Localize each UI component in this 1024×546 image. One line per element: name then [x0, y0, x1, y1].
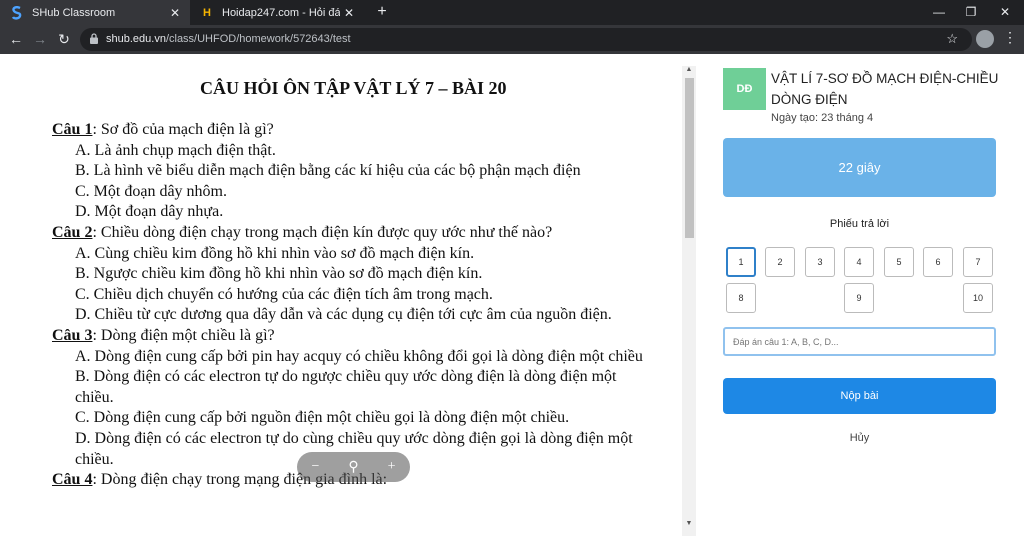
- tab-title: Hoidap247.com - Hỏi đáp bài tập: [222, 6, 340, 19]
- url-text: shub.edu.vn/class/UHFOD/homework/572643/…: [106, 33, 351, 45]
- minimize-icon[interactable]: —: [924, 0, 954, 25]
- pdf-viewer[interactable]: CÂU HỎI ÔN TẬP VẬT LÝ 7 – BÀI 20 Câu 1: …: [0, 54, 682, 546]
- close-tab-icon[interactable]: ✕: [340, 6, 358, 20]
- question-button-10[interactable]: 10: [963, 283, 993, 313]
- option: D. Chiều từ cực dương qua dây dẫn và các…: [75, 306, 612, 324]
- address-bar-row: ← → ↻ shub.edu.vn/class/UHFOD/homework/5…: [0, 25, 1024, 54]
- question-button-1[interactable]: 1: [726, 247, 756, 277]
- profile-avatar[interactable]: [976, 30, 994, 48]
- page-content: CÂU HỎI ÔN TẬP VẬT LÝ 7 – BÀI 20 Câu 1: …: [0, 54, 1024, 546]
- reload-icon[interactable]: ↻: [54, 29, 74, 49]
- option: B. Ngược chiều kim đồng hồ khi nhìn vào …: [75, 265, 483, 283]
- close-window-icon[interactable]: ✕: [990, 0, 1020, 25]
- question-1: Câu 1: Sơ đồ của mạch điện là gì? A. Là …: [52, 120, 672, 223]
- created-date: Ngày tạo: 23 tháng 4: [771, 112, 874, 124]
- browser-tab-strip: SHub Classroom ✕ H Hoidap247.com - Hỏi đ…: [0, 0, 1024, 25]
- answer-input[interactable]: [723, 327, 996, 356]
- zoom-out-icon[interactable]: −: [311, 459, 319, 475]
- question-3: Câu 3: Dòng điện một chiều là gì? A. Dòn…: [52, 326, 672, 470]
- question-button-3[interactable]: 3: [805, 247, 835, 277]
- question-button-2[interactable]: 2: [765, 247, 795, 277]
- option: C. Dòng điện cung cấp bởi nguồn điện một…: [75, 409, 570, 427]
- scroll-up-icon[interactable]: ▲: [682, 66, 696, 78]
- option: C. Chiều dịch chuyển có hướng của các đi…: [75, 285, 493, 303]
- lock-icon: [90, 33, 98, 44]
- tab-title: SHub Classroom: [32, 6, 116, 19]
- option: A. Cùng chiều kim đồng hồ khi nhìn vào s…: [75, 244, 475, 262]
- question-button-7[interactable]: 7: [963, 247, 993, 277]
- question-button-5[interactable]: 5: [884, 247, 914, 277]
- zoom-icon[interactable]: ⚲: [348, 459, 358, 476]
- submit-button[interactable]: Nộp bài: [723, 378, 996, 414]
- question-button-6[interactable]: 6: [923, 247, 953, 277]
- option: D. Một đoạn dây nhựa.: [75, 203, 224, 221]
- homework-badge: DĐ: [723, 68, 766, 110]
- scroll-down-icon[interactable]: ▼: [682, 520, 696, 532]
- countdown-timer: 22 giây: [723, 138, 996, 197]
- more-menu-icon[interactable]: ⋮: [1002, 29, 1018, 46]
- url-bar[interactable]: shub.edu.vn/class/UHFOD/homework/572643/…: [80, 28, 972, 51]
- zoom-in-icon[interactable]: +: [388, 459, 396, 475]
- tab-hoidap247[interactable]: H Hoidap247.com - Hỏi đáp bài tập ✕: [190, 0, 364, 25]
- close-tab-icon[interactable]: ✕: [166, 6, 184, 20]
- question-button-8[interactable]: 8: [726, 283, 756, 313]
- document-body: Câu 1: Sơ đồ của mạch điện là gì? A. Là …: [52, 120, 672, 491]
- hoidap247-logo-icon: H: [203, 6, 211, 19]
- document-title: CÂU HỎI ÔN TẬP VẬT LÝ 7 – BÀI 20: [200, 78, 507, 98]
- tab-shub-classroom[interactable]: SHub Classroom ✕: [0, 0, 190, 25]
- question-button-9[interactable]: 9: [844, 283, 874, 313]
- pdf-zoom-toolbar: − ⚲ +: [297, 452, 410, 482]
- answer-sheet-label: Phiếu trả lời: [829, 218, 890, 230]
- cancel-link[interactable]: Hủy: [708, 432, 1011, 444]
- shub-logo-icon: [10, 5, 24, 20]
- option: B. Là hình vẽ biểu diễn mạch điện bằng c…: [75, 162, 581, 180]
- restore-icon[interactable]: ❐: [956, 0, 986, 25]
- option: C. Một đoạn dây nhôm.: [75, 182, 227, 200]
- option: A. Dòng điện cung cấp bởi pin hay acquy …: [75, 347, 643, 365]
- option: A. Là ảnh chụp mạch điện thật.: [75, 141, 276, 159]
- option: B. Dòng điện có các electron tự do ngược…: [75, 368, 617, 406]
- forward-icon[interactable]: →: [30, 29, 50, 49]
- question-button-4[interactable]: 4: [844, 247, 874, 277]
- question-2: Câu 2: Chiều dòng điện chạy trong mạch đ…: [52, 223, 672, 326]
- new-tab-button[interactable]: +: [372, 2, 392, 22]
- back-icon[interactable]: ←: [6, 29, 26, 49]
- scrollbar-thumb[interactable]: [685, 78, 694, 238]
- homework-panel: DĐ VẬT LÍ 7-SƠ ĐỒ MẠCH ĐIỆN-CHIỀU DÒNG Đ…: [708, 54, 1024, 546]
- homework-title: VẬT LÍ 7-SƠ ĐỒ MẠCH ĐIỆN-CHIỀU DÒNG ĐIỆN: [771, 71, 999, 107]
- bookmark-star-icon[interactable]: ☆: [946, 31, 958, 47]
